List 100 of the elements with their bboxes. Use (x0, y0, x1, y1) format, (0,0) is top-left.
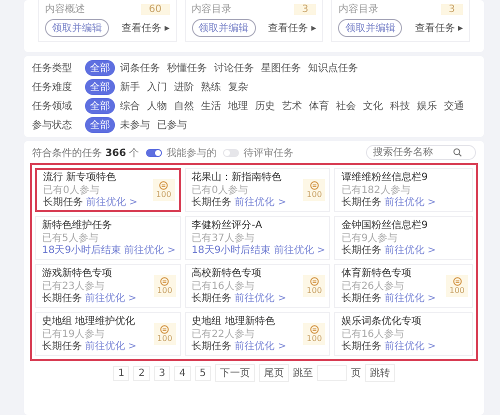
task-deadline: 长期任务 (192, 293, 232, 305)
filter-option[interactable]: 全部 (85, 117, 115, 133)
filter-option[interactable]: 全部 (85, 79, 115, 95)
task-title: 娱乐词条优化专项 (341, 315, 422, 328)
filter-option[interactable]: 生活 (199, 98, 223, 114)
reward-badge: 100 (154, 275, 176, 297)
participant-count: 已有23人参与 (42, 281, 106, 292)
claim-button[interactable]: 领取并编辑 (338, 19, 402, 37)
task-deadline: 长期任务 (341, 293, 382, 305)
filter-option[interactable]: 已参与 (155, 117, 189, 133)
toggle-label: 我能参与的 (166, 146, 216, 160)
task-card[interactable]: 史地组 地理维护优化 已有19人参与 长期任务 前往优化 > 100 (35, 312, 181, 356)
task-card[interactable]: 史地组 地理新特色 已有22人参与 长期任务 前往优化 > 100 (184, 312, 330, 356)
task-summary: 内容概述 (45, 2, 85, 16)
filter-option[interactable]: 知识点任务 (306, 60, 360, 76)
task-card[interactable]: 新特色维护任务 已有5人参与 18天9小时后结束 前往优化 > (35, 216, 181, 260)
reward-badge: 100 (152, 179, 175, 201)
task-title: 游戏新特色专项 (42, 267, 113, 280)
task-card[interactable]: 谭维维粉丝信息栏9 已有182人参与 长期任务 前往优化 > (334, 168, 473, 212)
page-button[interactable]: 3 (154, 366, 170, 380)
view-task-link[interactable]: 查看任务 ▸ (414, 21, 463, 35)
task-deadline: 长期任务 (42, 341, 82, 353)
coin-icon (310, 325, 319, 334)
task-title: 史地组 地理新特色 (192, 315, 276, 328)
claim-button[interactable]: 领取并编辑 (192, 19, 256, 37)
filter-option[interactable]: 进阶 (172, 79, 196, 95)
filter-label: 任务类型 (32, 62, 73, 75)
filter-option[interactable]: 词条任务 (118, 60, 162, 76)
task-card[interactable]: 流行 新专项特色 已有0人参与 长期任务 前往优化 > 100 (35, 168, 181, 212)
filter-label: 任务难度 (32, 80, 73, 94)
filter-option[interactable]: 入门 (145, 79, 169, 95)
task-deadline: 长期任务 (43, 197, 83, 209)
task-card[interactable]: 娱乐词条优化专项 已有16人参与 长期任务 前往优化 > (334, 312, 473, 356)
task-card[interactable]: 高校新特色专项 已有16人参与 长期任务 前往优化 > 100 (184, 264, 330, 308)
page-button[interactable]: 4 (174, 366, 191, 380)
filter-option[interactable]: 交通 (442, 98, 466, 114)
filter-option[interactable]: 星图任务 (259, 60, 303, 76)
coin-icon (452, 277, 462, 286)
task-card[interactable]: 体育新特色专项 已有26人参与 长期任务 前往优化 > 100 (334, 264, 473, 308)
task-card[interactable]: 花果山：新指南特色 已有0人参与 长期任务 前往优化 > 100 (184, 168, 330, 212)
participant-count: 已有5人参与 (42, 233, 100, 244)
participant-count: 已有22人参与 (192, 329, 256, 340)
page-button[interactable]: 1 (113, 366, 130, 380)
filter-label: 参与状态 (32, 118, 73, 132)
filter-option[interactable]: 新手 (118, 79, 142, 95)
coin-icon (310, 181, 319, 190)
task-card[interactable]: 李健粉丝评分-A 已有37人参与 18天9小时后结束 前往优化 > (184, 216, 330, 260)
result-count: 符合条件的任务 366 个 (32, 146, 140, 160)
participant-count: 已有0人参与 (192, 185, 250, 196)
coin-icon (310, 277, 319, 286)
filter-option[interactable]: 科技 (388, 98, 412, 114)
task-title: 新特色维护任务 (42, 219, 113, 232)
filter-option[interactable]: 自然 (172, 98, 196, 114)
task-card[interactable]: 金钟国粉丝信息栏9 已有9人参与 长期任务 前往优化 > (334, 216, 473, 260)
participant-count: 已有19人参与 (42, 329, 106, 340)
participant-count: 已有9人参与 (341, 233, 399, 244)
search-field[interactable]: 搜索任务名称 (366, 145, 476, 160)
page-button[interactable]: 2 (133, 366, 150, 380)
filter-option[interactable]: 娱乐 (415, 98, 439, 114)
filter-option[interactable]: 秒懂任务 (165, 60, 209, 76)
filter-option[interactable]: 地理 (226, 98, 250, 114)
coin-icon (159, 181, 168, 190)
task-deadline: 长期任务 (341, 341, 382, 353)
search-icon (453, 148, 462, 157)
participant-count: 已有37人参与 (192, 233, 256, 244)
filter-option[interactable]: 体育 (307, 98, 331, 114)
task-deadline: 长期任务 (341, 197, 382, 209)
task-deadline: 长期任务 (42, 293, 82, 305)
task-title: 金钟国粉丝信息栏9 (341, 219, 429, 232)
filter-option[interactable]: 综合 (118, 98, 142, 114)
toggle-switch[interactable] (223, 148, 240, 156)
filter-option[interactable]: 历史 (253, 98, 277, 114)
participant-count: 已有0人参与 (43, 185, 100, 196)
task-title: 流行 新专项特色 (43, 171, 118, 184)
filter-option[interactable]: 讨论任务 (212, 60, 256, 76)
reward-badge: 100 (303, 323, 326, 345)
filter-option[interactable]: 熟练 (199, 79, 223, 95)
filter-option[interactable]: 全部 (85, 60, 115, 76)
task-summary: 内容目录 (338, 2, 378, 16)
next-page-button[interactable]: 下一页 (214, 364, 255, 382)
task-deadline: 长期任务 (192, 197, 232, 209)
task-deadline: 18天9小时后结束 (192, 245, 271, 257)
view-task-link[interactable]: 查看任务 ▸ (268, 21, 316, 35)
jump-label: 跳至 (292, 366, 313, 380)
toggle-switch[interactable] (146, 148, 162, 156)
view-task-link[interactable]: 查看任务 ▸ (121, 21, 170, 35)
filter-option[interactable]: 社会 (334, 98, 358, 114)
filter-option[interactable]: 文化 (361, 98, 385, 114)
task-card[interactable]: 游戏新特色专项 已有23人参与 长期任务 前往优化 > 100 (35, 264, 181, 308)
claim-button[interactable]: 领取并编辑 (45, 19, 109, 37)
filter-option[interactable]: 艺术 (280, 98, 304, 114)
filter-option[interactable]: 复杂 (226, 79, 250, 95)
filter-option[interactable]: 全部 (85, 98, 115, 114)
page-unit: 页 (350, 367, 361, 380)
task-title: 花果山：新指南特色 (192, 171, 283, 184)
page-button[interactable]: 5 (194, 366, 211, 380)
jump-button[interactable]: 跳转 (364, 364, 395, 382)
last-page-button[interactable]: 尾页 (258, 364, 289, 382)
filter-option[interactable]: 未参与 (118, 117, 152, 133)
filter-option[interactable]: 人物 (145, 98, 169, 114)
